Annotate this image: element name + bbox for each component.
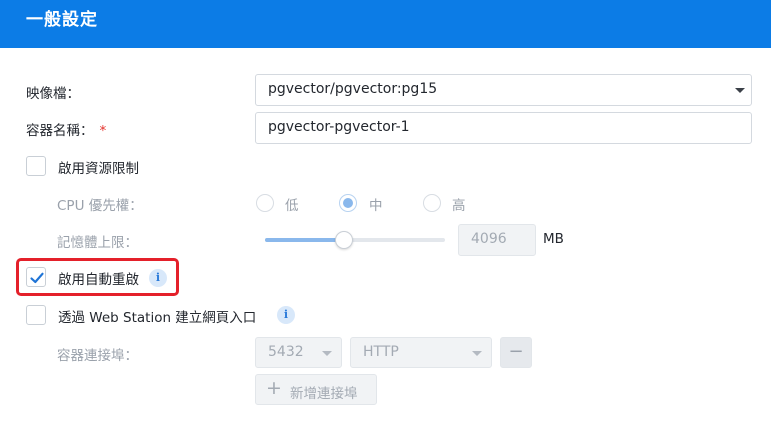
add-port-button[interactable]: + 新增連接埠	[255, 374, 377, 405]
container-name-value: pgvector-pgvector-1	[268, 119, 410, 135]
image-select[interactable]: pgvector/pgvector:pg15	[255, 74, 752, 106]
container-name-input[interactable]: pgvector-pgvector-1	[255, 112, 752, 144]
memory-unit: MB	[543, 231, 564, 247]
section-title: 一般設定	[26, 10, 98, 30]
memory-slider-track[interactable]	[265, 238, 445, 242]
resource-limit-checkbox[interactable]	[26, 156, 46, 176]
cpu-priority-low-radio[interactable]	[256, 194, 274, 212]
chevron-down-icon	[735, 88, 745, 93]
port-select[interactable]: 5432	[255, 337, 342, 368]
cpu-priority-low-label: 低	[285, 198, 299, 214]
memory-limit-label: 記憶體上限：	[57, 235, 138, 251]
cpu-priority-label: CPU 優先權：	[57, 198, 143, 214]
cpu-priority-medium-label: 中	[369, 198, 383, 214]
container-port-label: 容器連接埠：	[57, 348, 138, 364]
memory-limit-input[interactable]: 4096	[458, 224, 536, 256]
remove-port-button[interactable]: −	[500, 337, 532, 368]
protocol-select[interactable]: HTTP	[350, 337, 492, 368]
memory-limit-value: 4096	[471, 231, 507, 247]
web-station-checkbox[interactable]	[26, 305, 46, 325]
chevron-down-icon	[472, 351, 482, 356]
memory-slider-fill	[265, 238, 345, 242]
highlight-box	[16, 258, 179, 296]
add-port-label: 新增連接埠	[290, 386, 358, 402]
protocol-select-value: HTTP	[363, 344, 399, 360]
chevron-down-icon	[322, 351, 332, 356]
cpu-priority-medium-radio[interactable]	[339, 194, 357, 212]
image-select-value: pgvector/pgvector:pg15	[268, 81, 438, 97]
image-label: 映像檔：	[26, 86, 80, 102]
plus-icon: +	[266, 377, 282, 399]
resource-limit-label: 啟用資源限制	[58, 161, 139, 177]
web-station-label: 透過 Web Station 建立網頁入口	[58, 310, 257, 326]
port-select-value: 5432	[268, 344, 304, 360]
section-header: 一般設定	[0, 0, 771, 48]
minus-icon: −	[508, 341, 524, 362]
cpu-priority-high-radio[interactable]	[423, 194, 441, 212]
memory-slider-thumb[interactable]	[335, 231, 354, 249]
container-name-label: 容器名稱： *	[26, 123, 107, 139]
cpu-priority-high-label: 高	[452, 198, 466, 214]
info-icon[interactable]: i	[277, 306, 295, 324]
required-mark: *	[99, 123, 107, 139]
